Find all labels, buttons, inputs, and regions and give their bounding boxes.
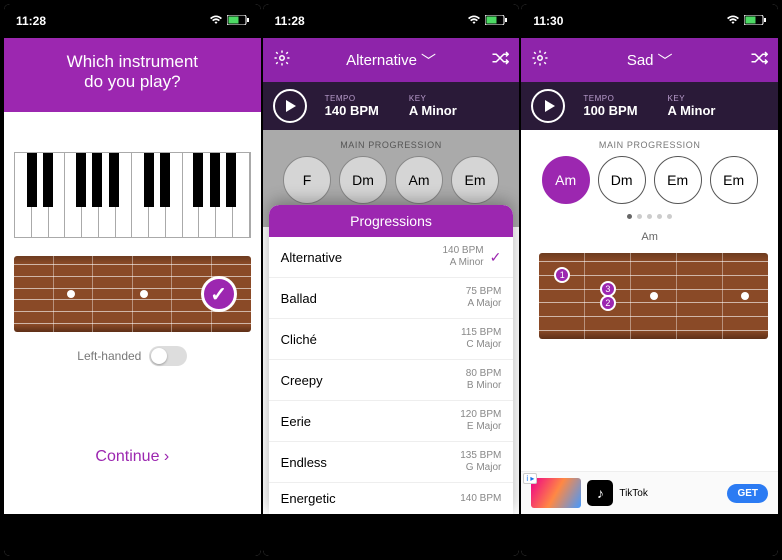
ad-thumbnail: [531, 478, 581, 508]
list-item[interactable]: Creepy 80 BPMB Minor: [269, 360, 514, 401]
list-item[interactable]: Alternative 140 BPMA Minor ✓: [269, 237, 514, 278]
wifi-icon: [726, 14, 740, 28]
chord-diagram: 1 2 3: [539, 253, 768, 339]
chord-slot[interactable]: Em: [654, 156, 702, 204]
battery-icon: [485, 14, 507, 28]
clock: 11:30: [533, 14, 563, 28]
guitar-instrument[interactable]: ✓: [14, 256, 251, 332]
home-indicator-area: [263, 514, 520, 556]
battery-icon: [227, 14, 249, 28]
piano-instrument[interactable]: [14, 152, 251, 238]
left-handed-label: Left-handed: [77, 349, 141, 363]
wifi-icon: [209, 14, 223, 28]
player-bar: TEMPO 140 BPM KEY A Minor: [263, 82, 520, 130]
chord-name: Am: [521, 227, 778, 247]
list-item[interactable]: Energetic 140 BPM: [269, 483, 514, 514]
onboarding-question: Which instrument do you play?: [4, 38, 261, 112]
ad-cta-button[interactable]: GET: [727, 484, 768, 503]
settings-icon[interactable]: [273, 49, 291, 72]
popup-title: Progressions: [269, 205, 514, 237]
left-handed-toggle[interactable]: [149, 346, 187, 366]
chord-row: Am Dm Em Em: [521, 156, 778, 214]
chord-slot[interactable]: F: [283, 156, 331, 204]
play-button[interactable]: [273, 89, 307, 123]
list-item[interactable]: Ballad 75 BPMA Major: [269, 278, 514, 319]
app-header: Alternative ﹀: [263, 38, 520, 82]
tempo-value: 100 BPM: [583, 103, 637, 118]
tiktok-icon: ♪: [587, 480, 613, 506]
tempo-label: TEMPO: [583, 94, 637, 103]
shuffle-icon[interactable]: [750, 51, 768, 70]
battery-icon: [744, 14, 766, 28]
tempo-label: TEMPO: [325, 94, 379, 103]
player-bar: TEMPO 100 BPM KEY A Minor: [521, 82, 778, 130]
progressions-popup: Progressions Alternative 140 BPMA Minor …: [269, 205, 514, 514]
finger-marker: 2: [600, 295, 616, 311]
clock: 11:28: [16, 14, 46, 28]
status-bar: 11:30: [521, 4, 778, 38]
ad-info-icon[interactable]: i ▸: [523, 473, 537, 484]
page-dots: [521, 214, 778, 227]
tempo-value: 140 BPM: [325, 103, 379, 118]
home-indicator-area: [521, 514, 778, 556]
list-item[interactable]: Eerie 120 BPME Major: [269, 401, 514, 442]
play-icon: [286, 100, 296, 112]
selected-check-icon: ✓: [201, 276, 237, 312]
onboarding-panel: 11:28 Which instrument do you play?: [4, 4, 261, 556]
chord-slot[interactable]: Dm: [339, 156, 387, 204]
status-bar: 11:28: [263, 4, 520, 38]
finger-marker: 3: [600, 281, 616, 297]
chord-slot[interactable]: Am: [542, 156, 590, 204]
chord-slot[interactable]: Em: [451, 156, 499, 204]
chevron-down-icon: ﹀: [658, 50, 673, 71]
ad-name: TikTok: [619, 488, 648, 499]
chord-slot[interactable]: Em: [710, 156, 758, 204]
left-handed-row: Left-handed: [4, 340, 261, 372]
chord-slot[interactable]: Dm: [598, 156, 646, 204]
play-button[interactable]: [531, 89, 565, 123]
chevron-down-icon: ﹀: [421, 50, 436, 71]
key-label: KEY: [409, 94, 457, 103]
clock: 11:28: [275, 14, 305, 28]
key-value: A Minor: [668, 103, 716, 118]
practice-panel: 11:30 Sad ﹀ TEMPO 100 BPM KEY A: [521, 4, 778, 556]
genre-dropdown[interactable]: Sad ﹀: [627, 50, 673, 71]
check-icon: ✓: [490, 249, 502, 266]
play-icon: [545, 100, 555, 112]
progressions-panel: 11:28 Alternative ﹀ TEMPO 140 BPM KEY: [263, 4, 520, 556]
section-label: MAIN PROGRESSION: [263, 130, 520, 156]
genre-dropdown[interactable]: Alternative ﹀: [346, 50, 436, 71]
wifi-icon: [467, 14, 481, 28]
key-label: KEY: [668, 94, 716, 103]
home-indicator-area: [4, 514, 261, 556]
app-header: Sad ﹀: [521, 38, 778, 82]
settings-icon[interactable]: [531, 49, 549, 72]
status-bar: 11:28: [4, 4, 261, 38]
shuffle-icon[interactable]: [491, 51, 509, 70]
list-item[interactable]: Cliché 115 BPMC Major: [269, 319, 514, 360]
ad-banner[interactable]: i ▸ ♪ TikTok GET: [521, 471, 778, 514]
finger-marker: 1: [554, 267, 570, 283]
continue-button[interactable]: Continue ›: [4, 408, 261, 478]
section-label: MAIN PROGRESSION: [521, 130, 778, 156]
chord-slot[interactable]: Am: [395, 156, 443, 204]
key-value: A Minor: [409, 103, 457, 118]
list-item[interactable]: Endless 135 BPMG Major: [269, 442, 514, 483]
